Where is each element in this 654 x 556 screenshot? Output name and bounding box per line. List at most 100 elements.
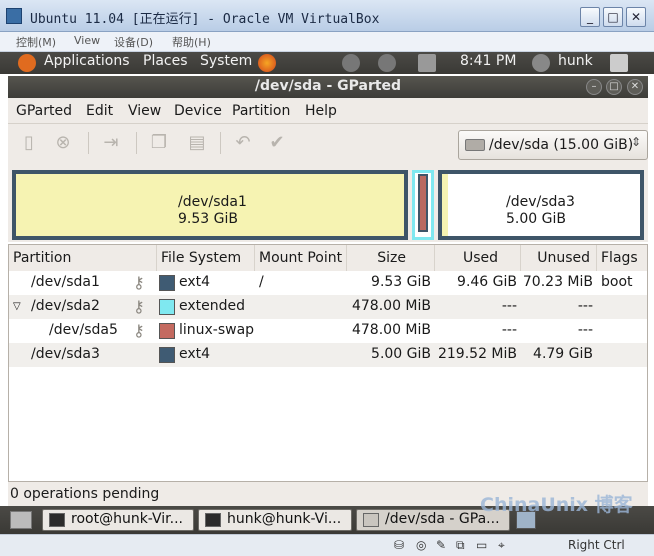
vbox-statusbar: ⛁ ◎ ✎ ⧉ ▭ ⌖ Right Ctrl [0, 534, 654, 556]
mail-icon[interactable] [418, 54, 436, 72]
key-icon: ⚷ [133, 321, 145, 340]
cd-status-icon[interactable]: ◎ [416, 538, 426, 552]
taskbar-label: hunk@hunk-Vi... [227, 511, 342, 527]
map-sda1-size: 9.53 GiB [178, 211, 238, 227]
usb-status-icon[interactable]: ✎ [436, 538, 446, 552]
menu-help[interactable]: 帮助(H) [172, 34, 211, 50]
resize-move-icon[interactable]: ⇥ [100, 132, 122, 154]
user-icon [532, 54, 550, 72]
applications-menu[interactable]: Applications [44, 53, 130, 69]
table-row[interactable]: /dev/sda5 ⚷ linux-swap 478.00 MiB --- --… [9, 319, 647, 343]
row-size: 9.53 GiB [371, 274, 431, 290]
gparted-icon [363, 513, 379, 527]
map-block-sda2[interactable] [412, 170, 434, 240]
table-row[interactable]: /dev/sda1 ⚷ ext4 / 9.53 GiB 9.46 GiB 70.… [9, 271, 647, 295]
ubuntu-top-panel: Applications Places System 8:41 PM hunk [0, 52, 654, 74]
row-flags: boot [601, 274, 633, 290]
menu-partition[interactable]: Partition [232, 103, 290, 119]
expander-triangle-icon[interactable]: ▽ [13, 301, 21, 312]
col-flags[interactable]: Flags [597, 245, 647, 271]
new-icon[interactable]: ▯ [18, 132, 40, 154]
firefox-icon[interactable] [258, 54, 276, 72]
maximize-button[interactable]: □ [603, 7, 623, 27]
col-unused[interactable]: Unused [521, 245, 597, 271]
menu-view[interactable]: View [74, 34, 100, 47]
row-filesystem: ext4 [179, 274, 211, 290]
gparted-toolbar: ▯ ⊗ ⇥ ❐ ▤ ↶ ✔ /dev/sda (15.00 GiB) ⇕ [8, 124, 648, 164]
close-button[interactable]: ✕ [626, 7, 646, 27]
toolbar-separator [136, 132, 137, 154]
minimize-button[interactable]: _ [580, 7, 600, 27]
shutdown-icon[interactable] [610, 54, 628, 72]
apply-icon[interactable]: ✔ [266, 132, 288, 154]
col-partition[interactable]: Partition [9, 245, 157, 271]
row-partition: /dev/sda2 [31, 298, 100, 314]
places-menu[interactable]: Places [143, 53, 188, 69]
map-block-sda3[interactable]: /dev/sda3 5.00 GiB [438, 170, 644, 240]
ubuntu-logo-icon [18, 54, 36, 72]
harddisk-status-icon[interactable]: ⛁ [394, 538, 404, 552]
partition-map: /dev/sda1 9.53 GiB /dev/sda3 5.00 GiB [8, 164, 648, 242]
watermark-text: ChinaUnix 博客 [480, 494, 633, 516]
menu-view-gparted[interactable]: View [128, 103, 161, 119]
gparted-maximize-button[interactable]: □ [606, 79, 622, 95]
row-used: 219.52 MiB [437, 346, 517, 362]
table-row[interactable]: /dev/sda3 ext4 5.00 GiB 219.52 MiB 4.79 … [9, 343, 647, 367]
map-sda3-size: 5.00 GiB [506, 211, 566, 227]
menu-edit[interactable]: Edit [86, 103, 113, 119]
device-selector-value: /dev/sda (15.00 GiB) [489, 137, 634, 153]
map-block-sda5[interactable] [418, 174, 428, 232]
network-icon[interactable] [342, 54, 360, 72]
clock[interactable]: 8:41 PM [460, 53, 516, 69]
paste-icon[interactable]: ▤ [186, 132, 208, 154]
row-partition: /dev/sda1 [31, 274, 100, 290]
gparted-close-button[interactable]: ✕ [627, 79, 643, 95]
menu-devices[interactable]: 设备(D) [114, 34, 153, 50]
table-row[interactable]: ▽ /dev/sda2 ⚷ extended 478.00 MiB --- --… [9, 295, 647, 319]
menu-device[interactable]: Device [174, 103, 222, 119]
row-size: 5.00 GiB [371, 346, 431, 362]
vbox-title-bar: Ubuntu 11.04 [正在运行] - Oracle VM VirtualB… [0, 0, 654, 32]
fs-color-swatch [159, 347, 175, 363]
taskbar-label: root@hunk-Vir... [71, 511, 184, 527]
col-mountpoint[interactable]: Mount Point [255, 245, 347, 271]
operations-pending-status: 0 operations pending [10, 486, 160, 502]
toolbar-separator [220, 132, 221, 154]
copy-icon[interactable]: ❐ [148, 132, 170, 154]
row-unused: 4.79 GiB [533, 346, 593, 362]
menu-gparted[interactable]: GParted [16, 103, 72, 119]
col-filesystem[interactable]: File System [157, 245, 255, 271]
menu-help-gparted[interactable]: Help [305, 103, 337, 119]
network-status-icon[interactable]: ⧉ [456, 538, 465, 553]
show-desktop-icon[interactable] [10, 511, 32, 529]
shared-folder-icon[interactable]: ▭ [476, 538, 487, 552]
system-menu[interactable]: System [200, 53, 252, 69]
device-selector[interactable]: /dev/sda (15.00 GiB) ⇕ [458, 130, 648, 160]
map-sda3-name: /dev/sda3 [506, 194, 575, 210]
col-used[interactable]: Used [435, 245, 521, 271]
row-mountpoint: / [259, 274, 264, 290]
menu-control[interactable]: 控制(M) [16, 34, 56, 50]
taskbar-item-terminal-root[interactable]: root@hunk-Vir... [42, 509, 194, 531]
key-icon: ⚷ [133, 273, 145, 292]
gparted-window-title: /dev/sda - GParted [254, 78, 402, 94]
taskbar-item-terminal-hunk[interactable]: hunk@hunk-Vi... [198, 509, 352, 531]
col-size[interactable]: Size [347, 245, 435, 271]
volume-icon[interactable] [378, 54, 396, 72]
capture-icon[interactable]: ⌖ [498, 538, 505, 553]
vbox-menubar: 控制(M) View 设备(D) 帮助(H) [0, 32, 654, 52]
toolbar-separator [88, 132, 89, 154]
user-name[interactable]: hunk [558, 53, 593, 69]
host-key-label: Right Ctrl [568, 538, 625, 552]
gparted-minimize-button[interactable]: – [586, 79, 602, 95]
map-sda1-name: /dev/sda1 [178, 194, 247, 210]
harddisk-icon [465, 139, 485, 151]
undo-icon[interactable]: ↶ [232, 132, 254, 154]
map-block-sda1[interactable]: /dev/sda1 9.53 GiB [12, 170, 408, 240]
fs-color-swatch [159, 299, 175, 315]
row-size: 478.00 MiB [351, 298, 431, 314]
used-space-indicator [442, 174, 448, 236]
row-unused: --- [577, 298, 593, 314]
key-icon: ⚷ [133, 297, 145, 316]
delete-icon[interactable]: ⊗ [52, 132, 74, 154]
